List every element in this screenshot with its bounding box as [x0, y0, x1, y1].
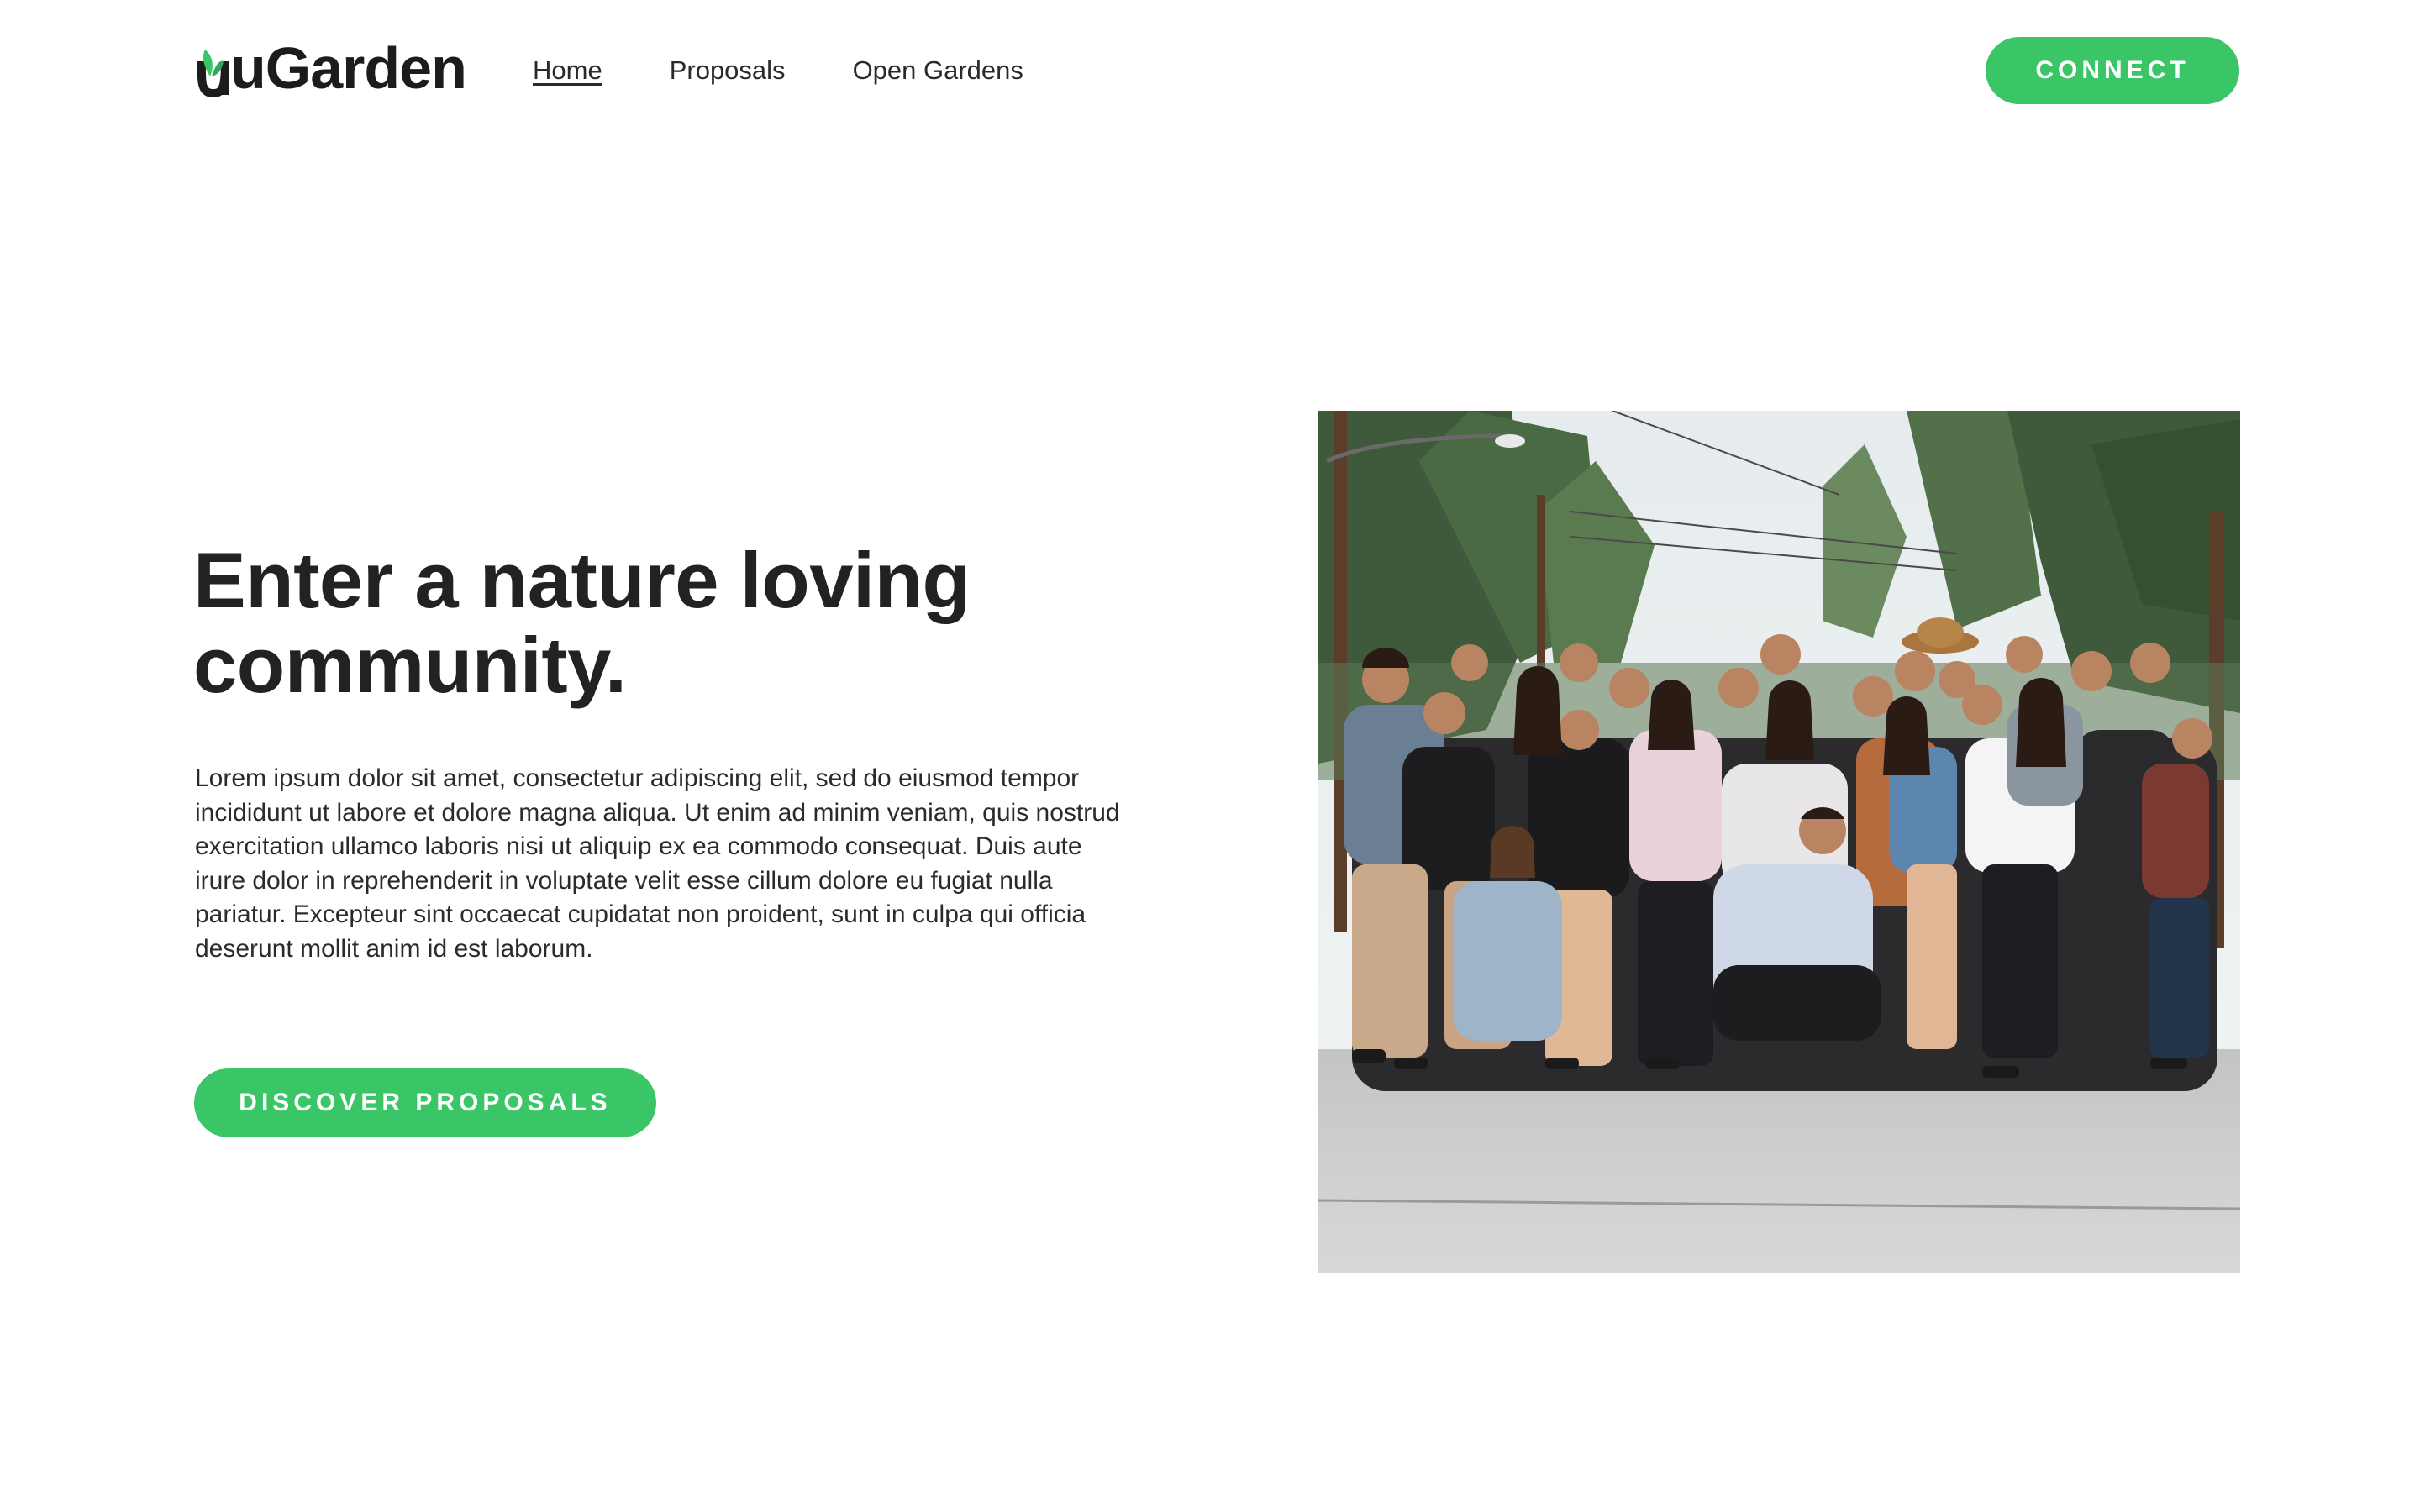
- logo-text: uGarden: [230, 35, 467, 101]
- main-nav: Home Proposals Open Gardens: [533, 54, 1091, 87]
- sprout-icon: [195, 38, 229, 98]
- discover-proposals-button[interactable]: DISCOVER PROPOSALS: [194, 1068, 656, 1137]
- site-header: uGarden Home Proposals Open Gardens CONN…: [0, 0, 2420, 143]
- community-group-photo: [1318, 411, 2240, 1273]
- connect-button[interactable]: CONNECT: [1986, 37, 2239, 104]
- hero-title: Enter a nature loving community.: [193, 536, 971, 709]
- hero-description: Lorem ipsum dolor sit amet, consectetur …: [195, 764, 1120, 963]
- logo-link[interactable]: uGarden: [195, 30, 467, 106]
- nav-proposals[interactable]: Proposals: [670, 54, 786, 87]
- landing-page: uGarden Home Proposals Open Gardens CONN…: [0, 0, 2420, 1512]
- nav-home[interactable]: Home: [533, 54, 602, 87]
- nav-open-gardens[interactable]: Open Gardens: [853, 54, 1023, 87]
